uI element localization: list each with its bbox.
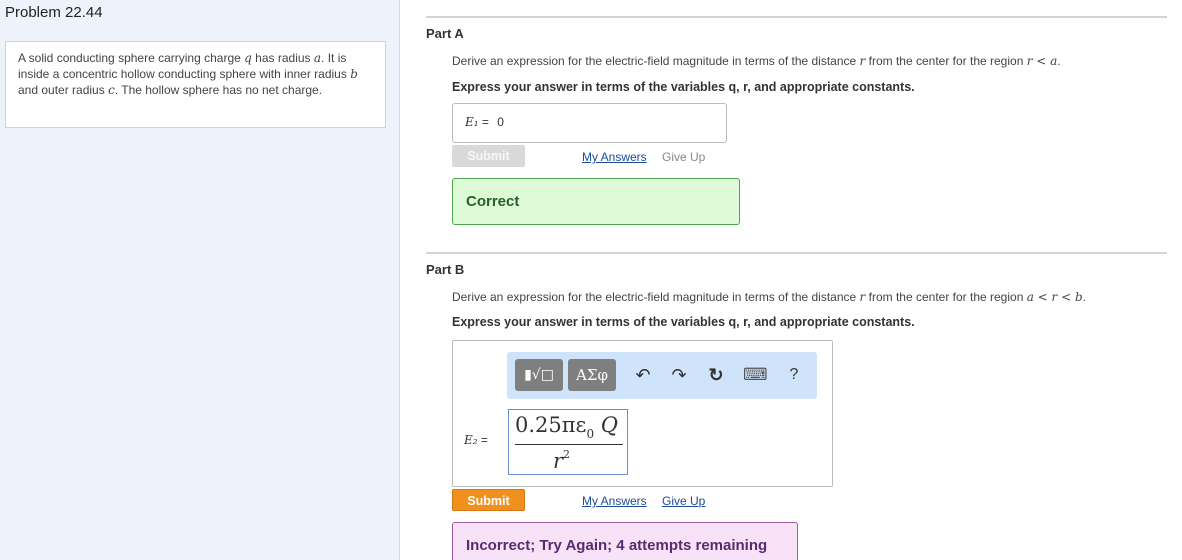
epsilon-subscript: 0 <box>586 427 595 441</box>
part-a-instruction: Express your answer in terms of the vari… <box>452 80 915 94</box>
question-text: . <box>1082 290 1086 304</box>
numerator-text: 0.25πε <box>515 413 587 437</box>
question-region: r < a <box>1026 54 1058 68</box>
part-a-submit-button[interactable]: Submit <box>452 145 525 167</box>
statement-text: and outer radius <box>18 83 109 97</box>
part-b-submit-button[interactable]: Submit <box>452 489 525 511</box>
formula-numerator: 0.25πε0 Q <box>515 413 618 441</box>
part-a-label[interactable]: Part A <box>426 26 464 41</box>
keyboard-icon[interactable]: ⌨ <box>743 364 768 386</box>
problem-title: Problem 22.44 <box>5 4 103 21</box>
part-b-feedback-incorrect: Incorrect; Try Again; 4 attempts remaini… <box>452 522 798 560</box>
answer-label: E₁ <box>465 115 479 129</box>
statement-var-q: q <box>244 51 252 65</box>
formula-denominator: r2 <box>553 448 570 473</box>
part-b-label[interactable]: Part B <box>426 262 464 277</box>
question-text: from the center for the region <box>865 54 1027 68</box>
answer-value: 0 <box>497 115 504 129</box>
divider <box>426 252 1167 254</box>
math-toolbar: ▮√□ ΑΣφ ↶ ↷ ↻ ⌨ ? <box>507 352 817 399</box>
problem-panel: Problem 22.44 A solid conducting sphere … <box>0 0 400 560</box>
statement-var-b: b <box>350 67 358 81</box>
question-text: Derive an expression for the electric-fi… <box>452 54 860 68</box>
question-text: . <box>1057 54 1061 68</box>
part-a-question: Derive an expression for the electric-fi… <box>452 54 1061 68</box>
formula-input[interactable]: 0.25πε0 Q r2 <box>508 409 628 475</box>
symbols-button[interactable]: ΑΣφ <box>568 359 616 391</box>
part-b-answer-label: E₂ = <box>464 433 488 447</box>
denominator-power: 2 <box>563 448 571 461</box>
statement-var-a: a <box>313 51 322 65</box>
answer-label: E₂ <box>464 433 478 447</box>
part-a-feedback-correct: Correct <box>452 178 740 225</box>
problem-statement: A solid conducting sphere carrying charg… <box>5 41 386 128</box>
divider <box>426 16 1167 18</box>
statement-text: A solid conducting sphere carrying charg… <box>18 51 245 65</box>
question-text: Derive an expression for the electric-fi… <box>452 290 860 304</box>
fraction-bar <box>515 444 623 445</box>
templates-button[interactable]: ▮√□ <box>515 359 563 391</box>
redo-icon[interactable]: ↷ <box>668 364 690 386</box>
statement-text: . The hollow sphere has no net charge. <box>114 83 323 97</box>
statement-text: has radius <box>251 51 314 65</box>
denominator-var: r <box>553 449 564 473</box>
part-b-question: Derive an expression for the electric-fi… <box>452 290 1086 304</box>
part-a-my-answers-link[interactable]: My Answers <box>582 150 647 164</box>
numerator-q: Q <box>600 413 618 437</box>
part-b-give-up-link[interactable]: Give Up <box>662 494 705 508</box>
statement-var-c: c <box>108 83 115 97</box>
help-icon[interactable]: ? <box>783 364 805 386</box>
undo-icon[interactable]: ↶ <box>632 364 654 386</box>
part-a-give-up-link[interactable]: Give Up <box>662 150 705 164</box>
answer-equals: = <box>481 115 489 129</box>
reset-icon[interactable]: ↻ <box>705 364 727 386</box>
answer-equals: = <box>480 433 488 447</box>
part-a-answer-field[interactable]: E₁ = 0 <box>452 103 727 143</box>
part-b-my-answers-link[interactable]: My Answers <box>582 494 647 508</box>
part-b-instruction: Express your answer in terms of the vari… <box>452 315 915 329</box>
question-text: from the center for the region <box>865 290 1027 304</box>
question-region: a < r < b <box>1026 290 1083 304</box>
